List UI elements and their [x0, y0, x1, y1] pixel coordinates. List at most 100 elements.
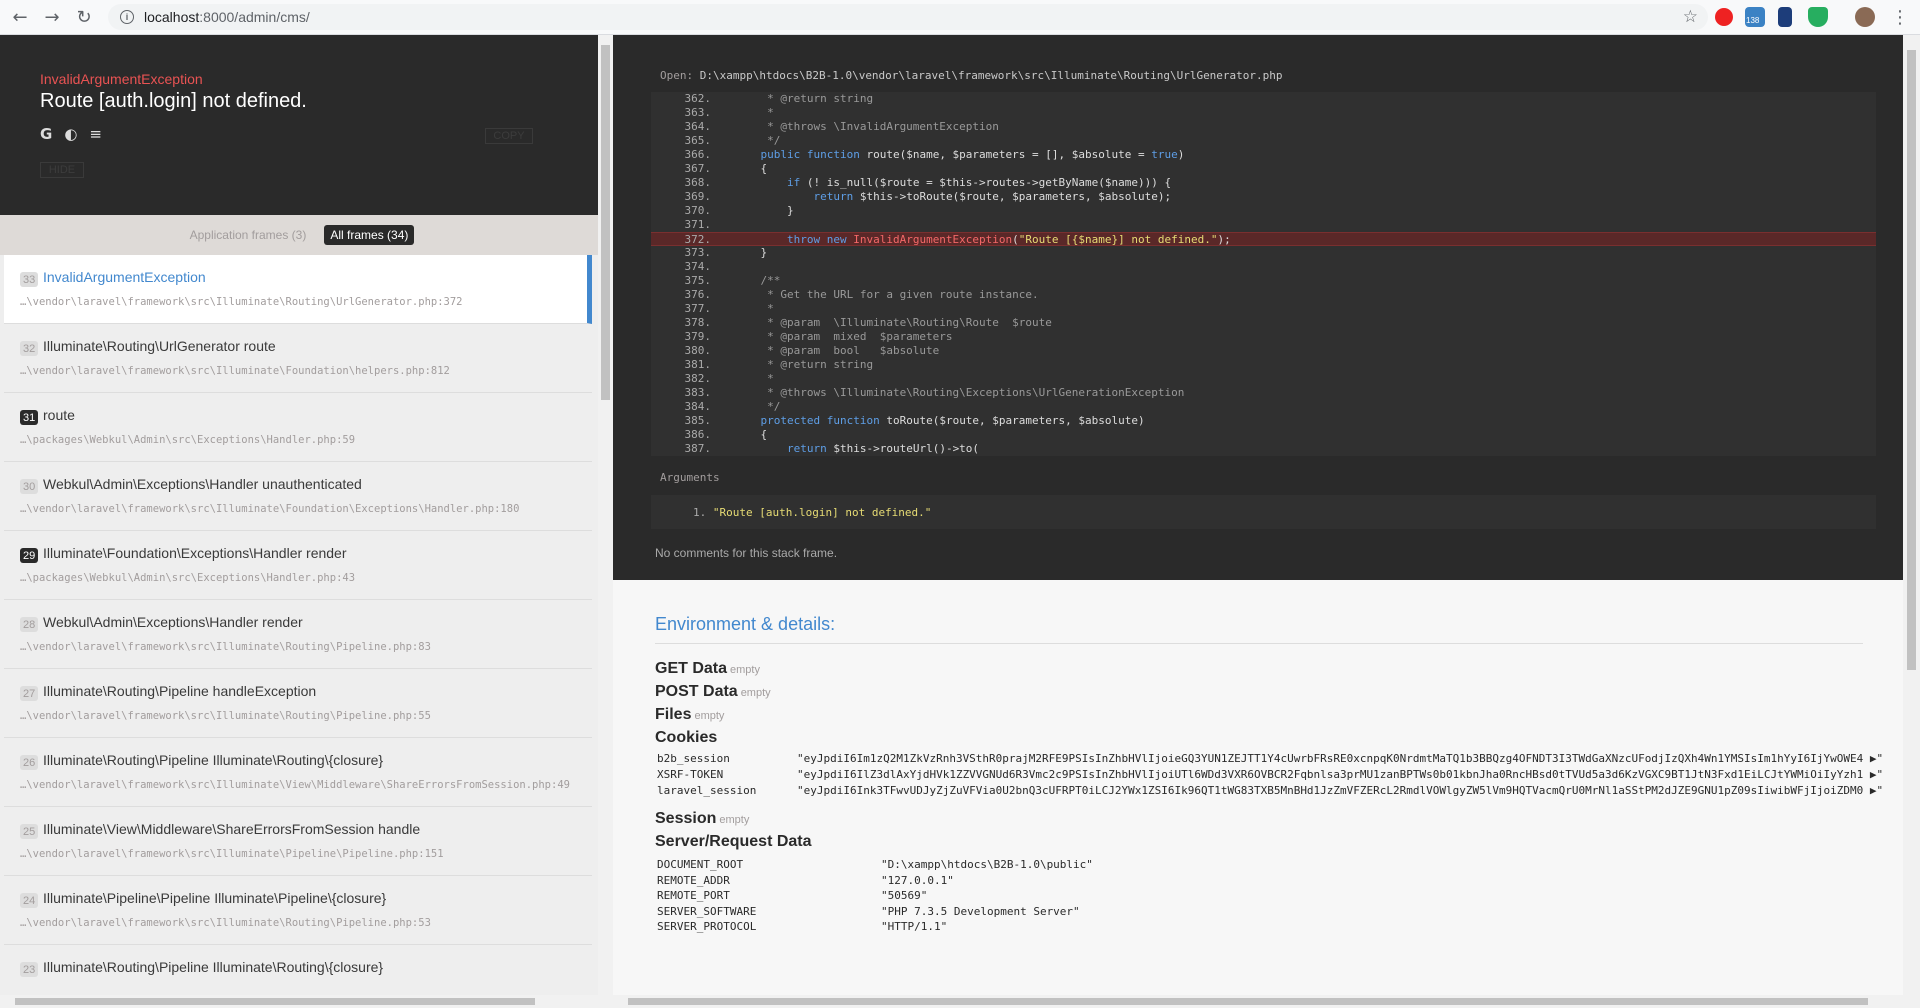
- scrollbar-thumb[interactable]: [601, 45, 610, 400]
- server-row: REMOTE_ADDR "127.0.0.1": [657, 873, 954, 887]
- server-row: REMOTE_PORT "50569": [657, 889, 927, 902]
- open-file-link[interactable]: Open: D:\xampp\htdocs\B2B-1.0\vendor\lar…: [660, 69, 1283, 82]
- line-source: *: [734, 372, 774, 385]
- no-comments-text: No comments for this stack frame.: [655, 546, 838, 560]
- line-source: * @param mixed $parameters: [734, 330, 953, 343]
- line-number: 364.: [684, 120, 712, 133]
- line-number: 369.: [684, 190, 712, 203]
- info-icon[interactable]: i: [120, 10, 134, 24]
- code-line: 382. *: [651, 372, 1876, 386]
- line-number: 375.: [684, 274, 712, 287]
- cookie-value[interactable]: "eyJpdiI6Im1zQ2M1ZkVzRnh3VSthR0prajM2RFE…: [797, 752, 1887, 765]
- scrollbar-thumb[interactable]: [628, 998, 1868, 1005]
- menu-kebab-icon[interactable]: ⋮: [1888, 5, 1912, 29]
- frame-item[interactable]: 31 route …\packages\Webkul\Admin\src\Excep…: [4, 393, 592, 462]
- frame-title: Illuminate\Routing\Pipeline handleExcept…: [43, 683, 317, 699]
- page-scrollbar[interactable]: [1903, 35, 1920, 1008]
- google-search-icon[interactable]: G: [40, 125, 52, 143]
- browser-toolbar: ← → ↻ i localhost:8000/admin/cms/ ☆ 138 …: [0, 0, 1920, 35]
- line-source: */: [734, 134, 781, 147]
- code-line: 386. {: [651, 428, 1876, 442]
- frames-horizontal-scrollbar[interactable]: [0, 995, 598, 1008]
- cookie-value[interactable]: "eyJpdiI6Ink3TFwvUDJyZjZuVFVia0U2bnQ3cUF…: [797, 784, 1887, 797]
- line-number: 385.: [684, 414, 712, 427]
- server-value: "D:\xampp\htdocs\B2B-1.0\public": [881, 858, 1093, 871]
- frame-item[interactable]: 24 Illuminate\Pipeline\Pipeline Illuminat…: [4, 876, 592, 945]
- cookie-row: XSRF-TOKEN "eyJpdiI6IlZ3dlAxYjdHVk1ZZVVGN…: [657, 768, 1883, 781]
- frame-file-path: …\vendor\laravel\framework\src\Illuminat…: [20, 296, 463, 308]
- server-key: REMOTE_ADDR: [657, 873, 730, 887]
- application-frames-tab[interactable]: Application frames (3): [184, 225, 313, 245]
- line-number: 376.: [684, 288, 712, 301]
- scrollbar-thumb[interactable]: [15, 998, 535, 1005]
- code-line: 379. * @param mixed $parameters: [651, 330, 1876, 344]
- line-number: 367.: [684, 162, 712, 175]
- code-line: 377. *: [651, 302, 1876, 316]
- server-row: DOCUMENT_ROOT "D:\xampp\htdocs\B2B-1.0\pu…: [657, 858, 1093, 871]
- server-value: "PHP 7.3.5 Development Server": [881, 904, 1080, 918]
- line-number: 383.: [684, 386, 712, 399]
- environment-details: Environment & details: GET Data empty POS…: [613, 580, 1903, 1000]
- frame-title: Illuminate\Routing\Pipeline Illuminate\R…: [43, 959, 384, 975]
- stackoverflow-search-icon[interactable]: ≡: [89, 125, 102, 143]
- frame-number: 24: [20, 893, 39, 908]
- line-number: 381.: [684, 358, 712, 371]
- code-line: 383. * @throws \Illuminate\Routing\Excep…: [651, 386, 1876, 400]
- search-links: G ◐ ≡: [40, 125, 102, 143]
- divider: [655, 643, 1863, 644]
- line-source: *: [734, 106, 774, 119]
- line-number: 387.: [684, 442, 712, 455]
- bookmark-star-icon[interactable]: ☆: [1683, 7, 1698, 27]
- line-source: * @throws \InvalidArgumentException: [734, 120, 999, 133]
- line-source: *: [734, 302, 774, 315]
- cookie-value[interactable]: "eyJpdiI6IlZ3dlAxYjdHVk1ZZVVGNUd6R3Vmc2c…: [797, 768, 1887, 781]
- code-line: 371.: [651, 218, 1876, 232]
- all-frames-tab[interactable]: All frames (34): [324, 225, 415, 245]
- forward-arrow-icon[interactable]: →: [40, 5, 64, 29]
- back-arrow-icon[interactable]: ←: [8, 5, 32, 29]
- copy-button[interactable]: COPY: [485, 128, 533, 144]
- shield-extension-icon[interactable]: [1808, 7, 1828, 27]
- stack-panel: InvalidArgumentException Route [auth.log…: [0, 35, 598, 1008]
- frame-file-path: …\vendor\laravel\framework\src\Illuminat…: [20, 503, 520, 515]
- frame-item[interactable]: 29 Illuminate\Foundation\Exceptions\Handl…: [4, 531, 592, 600]
- line-source: * @return string: [734, 92, 874, 105]
- frame-item[interactable]: 30 Webkul\Admin\Exceptions\Handler unauth…: [4, 462, 592, 531]
- line-source: {: [734, 162, 768, 175]
- hide-button[interactable]: HIDE: [40, 162, 84, 178]
- opera-extension-icon[interactable]: [1715, 8, 1733, 26]
- line-source: * @return string: [734, 358, 874, 371]
- get-data-heading: GET Data empty: [655, 660, 760, 677]
- frame-number: 30: [20, 479, 39, 494]
- line-source: protected function toRoute($route, $para…: [760, 414, 1145, 427]
- server-key: SERVER_PROTOCOL: [657, 920, 757, 933]
- frame-item[interactable]: 27 Illuminate\Routing\Pipeline handleExce…: [4, 669, 592, 738]
- frame-item[interactable]: 28 Webkul\Admin\Exceptions\Handler render…: [4, 600, 592, 669]
- reload-icon[interactable]: ↻: [72, 5, 96, 29]
- page-horizontal-scrollbar[interactable]: [613, 995, 1903, 1008]
- frame-number: 32: [20, 341, 39, 356]
- address-bar[interactable]: i localhost:8000/admin/cms/ ☆: [108, 4, 1708, 30]
- line-source: /**: [734, 274, 781, 287]
- frame-item[interactable]: 32 Illuminate\Routing\UrlGenerator route ……: [4, 324, 592, 393]
- exception-message: Route [auth.login] not defined.: [40, 90, 307, 112]
- frames-scrollbar[interactable]: [598, 35, 613, 1008]
- exception-header: InvalidArgumentException Route [auth.log…: [0, 35, 598, 215]
- scrollbar-thumb[interactable]: [1907, 50, 1916, 670]
- frame-item[interactable]: 33 InvalidArgumentException …\vendor\larav…: [4, 255, 592, 324]
- line-number: 363.: [684, 106, 712, 119]
- frame-file-path: …\vendor\laravel\framework\src\Illuminat…: [20, 848, 444, 860]
- code-line: 366. public function route($name, $param…: [651, 148, 1876, 162]
- frame-item[interactable]: 25 Illuminate\View\Middleware\ShareErrors…: [4, 807, 592, 876]
- url-text[interactable]: localhost:8000/admin/cms/: [144, 9, 310, 25]
- duckduckgo-search-icon[interactable]: ◐: [64, 125, 77, 143]
- frame-number: 26: [20, 755, 39, 770]
- argument-item: 1. "Route [auth.login] not defined.": [693, 506, 932, 519]
- calendar-extension-icon[interactable]: 138: [1745, 7, 1765, 27]
- line-number: 378.: [684, 316, 712, 329]
- bookmark-extension-icon[interactable]: [1778, 7, 1792, 27]
- profile-avatar[interactable]: [1855, 7, 1875, 27]
- code-line: 381. * @return string: [651, 358, 1876, 372]
- frame-title: InvalidArgumentException: [43, 269, 206, 285]
- frame-item[interactable]: 26 Illuminate\Routing\Pipeline Illuminate…: [4, 738, 592, 807]
